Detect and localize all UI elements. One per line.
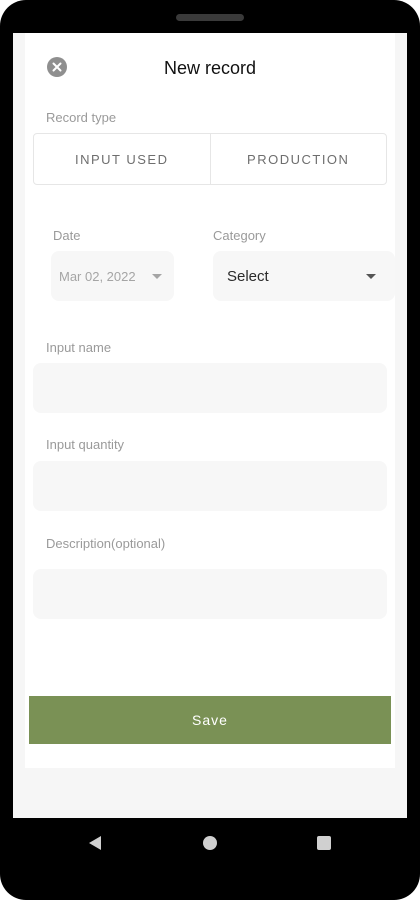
save-button[interactable]: Save xyxy=(29,696,391,744)
category-value: Select xyxy=(227,267,269,285)
page-title: New record xyxy=(163,58,257,78)
app-screen: New record Record type INPUT USED PRODUC… xyxy=(13,33,407,818)
recent-apps-icon[interactable] xyxy=(317,836,331,850)
record-type-selector: INPUT USED PRODUCTION xyxy=(33,133,387,185)
record-type-production[interactable]: PRODUCTION xyxy=(209,134,387,184)
description-field[interactable] xyxy=(33,569,387,619)
description-label: Description(optional) xyxy=(46,536,166,551)
date-value: Mar 02, 2022 xyxy=(59,268,136,284)
date-label: Date xyxy=(53,228,81,243)
home-icon[interactable] xyxy=(203,836,217,850)
input-quantity-label: Input quantity xyxy=(46,437,125,452)
speaker-grille xyxy=(176,14,244,21)
category-dropdown[interactable]: Select xyxy=(213,251,395,301)
chevron-down-icon xyxy=(152,273,162,279)
back-icon[interactable] xyxy=(89,836,101,850)
new-record-form: New record Record type INPUT USED PRODUC… xyxy=(25,33,395,768)
category-label: Category xyxy=(213,228,266,243)
input-quantity-field[interactable] xyxy=(33,461,387,511)
input-name-field[interactable] xyxy=(33,363,387,413)
date-picker[interactable]: Mar 02, 2022 xyxy=(51,251,174,301)
input-name-label: Input name xyxy=(46,340,112,355)
record-type-input-used[interactable]: INPUT USED xyxy=(34,134,210,184)
phone-frame: New record Record type INPUT USED PRODUC… xyxy=(0,0,420,900)
chevron-down-icon xyxy=(366,273,376,279)
record-type-label: Record type xyxy=(46,110,117,125)
